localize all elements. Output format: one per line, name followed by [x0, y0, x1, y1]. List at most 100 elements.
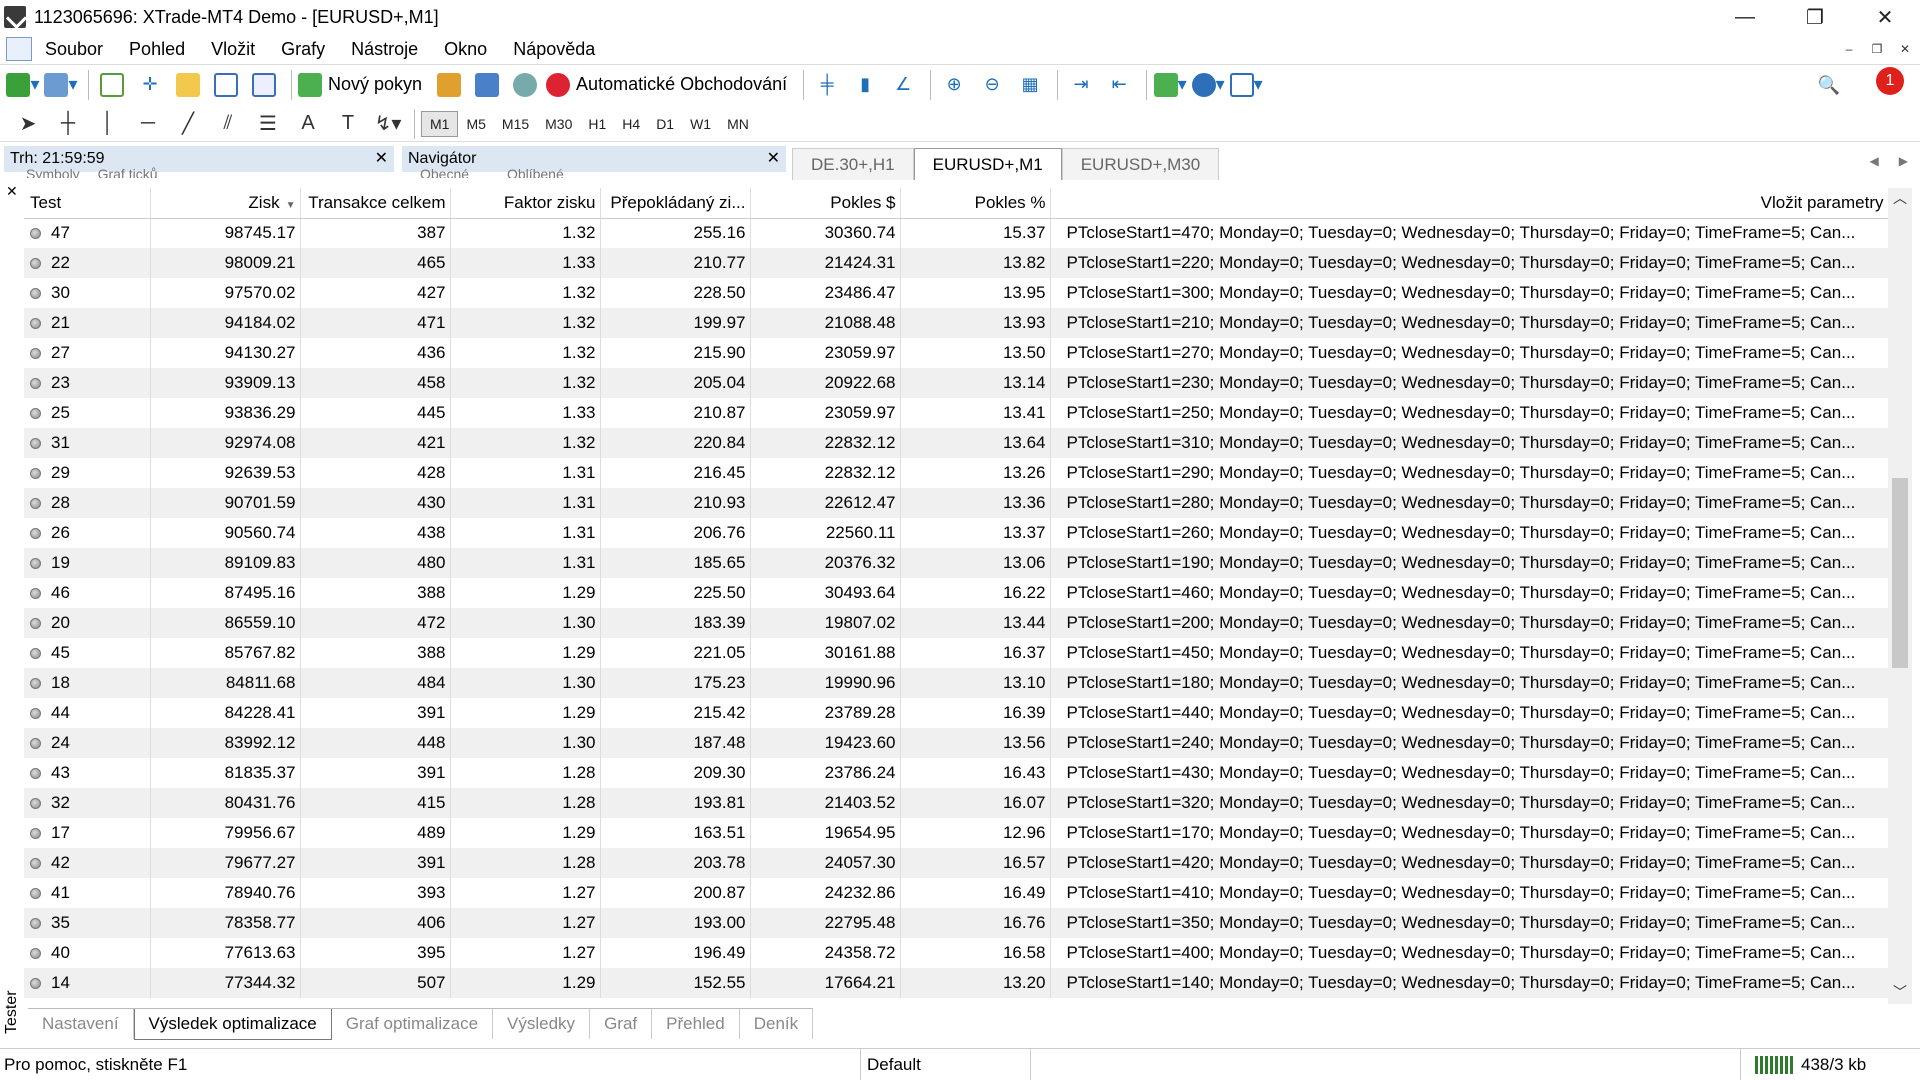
tab-denik[interactable]: Deník	[740, 1009, 814, 1039]
indicators-button[interactable]: ▾	[1153, 69, 1187, 101]
signals-button[interactable]	[470, 69, 504, 101]
vertical-line-button[interactable]: │	[88, 109, 128, 139]
mdi-restore-button[interactable]: ❐	[1866, 38, 1888, 60]
mdi-close-button[interactable]: ✕	[1894, 38, 1916, 60]
table-row[interactable]: 14 77344.32 507 1.29 152.55 17664.21 13.20 PTcl…	[24, 968, 1888, 998]
data-window-button[interactable]: ✛	[133, 69, 167, 101]
table-row[interactable]: 43 81835.37 391 1.28 209.30 23786.24 16.43 PTcl…	[24, 758, 1888, 788]
auto-trading-button[interactable]: Automatické Obchodování	[546, 69, 793, 101]
scroll-down-icon[interactable]: ﹀	[1888, 982, 1912, 1004]
text-label-button[interactable]: T	[328, 109, 368, 139]
navigator-button[interactable]	[171, 69, 205, 101]
column-header-pokles-pct[interactable]: Pokles %	[900, 188, 1051, 219]
table-row[interactable]: 28 90701.59 430 1.31 210.93 22612.47 13.36 PTcl…	[24, 488, 1888, 518]
table-row[interactable]: 35 78358.77 406 1.27 193.00 22795.48 16.76 PTcl…	[24, 908, 1888, 938]
chart-shift-button[interactable]: ⇤	[1102, 69, 1136, 101]
mdi-minimize-button[interactable]: –	[1838, 38, 1860, 60]
chevron-right-icon[interactable]: ▶	[1899, 154, 1908, 168]
table-row[interactable]: 20 86559.10 472 1.30 183.39 19807.02 13.44 PTcl…	[24, 608, 1888, 638]
minimize-button[interactable]: —	[1710, 0, 1780, 34]
search-button[interactable]: 🔍	[1812, 69, 1846, 101]
tab-obecne[interactable]: Obecné	[420, 166, 469, 178]
table-row[interactable]: 21 94184.02 471 1.32 199.97 21088.48 13.93 PTcl…	[24, 308, 1888, 338]
crosshair-tool-button[interactable]: ┼	[48, 109, 88, 139]
timeframe-h1[interactable]: H1	[580, 116, 614, 132]
chart-tab-de30-h1[interactable]: DE.30+,H1	[792, 148, 914, 180]
equidistant-channel-button[interactable]: ⫽	[208, 109, 248, 139]
menu-nastroje[interactable]: Nástroje	[338, 39, 431, 60]
timeframe-m15[interactable]: M15	[494, 116, 537, 132]
line-chart-button[interactable]: ∠	[886, 69, 920, 101]
candlesticks-button[interactable]: ▮	[848, 69, 882, 101]
text-tool-button[interactable]: A	[288, 109, 328, 139]
close-icon[interactable]: ✕	[767, 148, 780, 168]
table-row[interactable]: 46 87495.16 388 1.29 225.50 30493.64 16.22 PTcl…	[24, 578, 1888, 608]
table-row[interactable]: 24 83992.12 448 1.30 187.48 19423.60 13.56 PTcl…	[24, 728, 1888, 758]
notification-badge[interactable]: 1	[1876, 67, 1904, 95]
menu-pohled[interactable]: Pohled	[116, 39, 198, 60]
scrollbar-thumb[interactable]	[1892, 478, 1908, 668]
column-header-faktor[interactable]: Faktor zisku	[450, 188, 601, 219]
arrows-button[interactable]: ↯▾	[368, 109, 408, 139]
menu-soubor[interactable]: Soubor	[32, 39, 116, 60]
scroll-up-icon[interactable]: ︿	[1888, 188, 1912, 210]
table-row[interactable]: 29 92639.53 428 1.31 216.45 22832.12 13.26 PTcl…	[24, 458, 1888, 488]
templates-button[interactable]: ▾	[1229, 69, 1263, 101]
table-row[interactable]: 45 85767.82 388 1.29 221.05 30161.88 16.37 PTcl…	[24, 638, 1888, 668]
table-row[interactable]: 18 84811.68 484 1.30 175.23 19990.96 13.10 PTcl…	[24, 668, 1888, 698]
column-header-pokles-usd[interactable]: Pokles $	[750, 188, 901, 219]
vertical-scrollbar[interactable]: ︿ ﹀	[1888, 188, 1912, 1004]
fibonacci-button[interactable]: ☰	[248, 109, 288, 139]
table-row[interactable]: 27 94130.27 436 1.32 215.90 23059.97 13.50 PTcl…	[24, 338, 1888, 368]
timeframe-mn[interactable]: MN	[719, 116, 757, 132]
timeframe-m1[interactable]: M1	[421, 110, 459, 137]
tile-windows-button[interactable]: ▦	[1013, 69, 1047, 101]
column-header-parametry[interactable]: Vložit parametry	[1050, 188, 1888, 219]
table-row[interactable]: 41 78940.76 393 1.27 200.87 24232.86 16.49 PTcl…	[24, 878, 1888, 908]
timeframe-h4[interactable]: H4	[614, 116, 648, 132]
close-icon[interactable]: ✕	[375, 148, 388, 168]
table-row[interactable]: 17 79956.67 489 1.29 163.51 19654.95 12.96 PTcl…	[24, 818, 1888, 848]
table-row[interactable]: 30 97570.02 427 1.32 228.50 23486.47 13.95 PTcl…	[24, 278, 1888, 308]
table-row[interactable]: 26 90560.74 438 1.31 206.76 22560.11 13.37 PTcl…	[24, 518, 1888, 548]
zoom-out-button[interactable]: ⊖	[975, 69, 1009, 101]
periods-button[interactable]: ▾	[1191, 69, 1225, 101]
chart-tab-eurusd-m1[interactable]: EURUSD+,M1	[913, 148, 1062, 180]
tab-graf-optimalizace[interactable]: Graf optimalizace	[332, 1009, 494, 1039]
timeframe-m5[interactable]: M5	[458, 116, 493, 132]
table-row[interactable]: 32 80431.76 415 1.28 193.81 21403.52 16.07 PTcl…	[24, 788, 1888, 818]
timeframe-d1[interactable]: D1	[648, 116, 682, 132]
close-button[interactable]: ✕	[1850, 0, 1920, 34]
table-row[interactable]: 42 79677.27 391 1.28 203.78 24057.30 16.57 PTcl…	[24, 848, 1888, 878]
zoom-in-button[interactable]: ⊕	[937, 69, 971, 101]
column-header-predpokladany[interactable]: Přepokládaný zi...	[600, 188, 751, 219]
strategy-tester-button[interactable]	[247, 69, 281, 101]
restore-button[interactable]: ❐	[1780, 0, 1850, 34]
metaeditor-button[interactable]	[432, 69, 466, 101]
profiles-button[interactable]: ▾	[44, 69, 78, 101]
table-row[interactable]: 25 93836.29 445 1.33 210.87 23059.97 13.41 PTcl…	[24, 398, 1888, 428]
tab-nastaveni[interactable]: Nastavení	[28, 1009, 134, 1039]
bar-chart-button[interactable]: ╪	[810, 69, 844, 101]
table-row[interactable]: 31 92974.08 421 1.32 220.84 22832.12 13.64 PTcl…	[24, 428, 1888, 458]
trendline-button[interactable]: ╱	[168, 109, 208, 139]
new-chart-button[interactable]: ▾	[6, 69, 40, 101]
auto-scroll-button[interactable]: ⇥	[1064, 69, 1098, 101]
chevron-left-icon[interactable]: ◀	[1870, 154, 1879, 168]
table-row[interactable]: 23 93909.13 458 1.32 205.04 20922.68 13.14 PTcl…	[24, 368, 1888, 398]
column-header-test[interactable]: Test	[24, 188, 151, 219]
market-watch-button[interactable]	[95, 69, 129, 101]
table-row[interactable]: 19 89109.83 480 1.31 185.65 20376.32 13.06 PTcl…	[24, 548, 1888, 578]
tester-close-icon[interactable]: ✕	[6, 183, 18, 200]
terminal-button[interactable]	[209, 69, 243, 101]
cursor-tool-button[interactable]: ➤	[8, 109, 48, 139]
table-row[interactable]: 22 98009.21 465 1.33 210.77 21424.31 13.82 PTcl…	[24, 248, 1888, 278]
table-row[interactable]: 47 98745.17 387 1.32 255.16 30360.74 15.37 PTcl…	[24, 218, 1888, 248]
column-header-zisk[interactable]: Zisk ▼	[150, 188, 301, 219]
menu-grafy[interactable]: Grafy	[268, 39, 338, 60]
table-row[interactable]: 40 77613.63 395 1.27 196.49 24358.72 16.58 PTcl…	[24, 938, 1888, 968]
horizontal-line-button[interactable]: ─	[128, 109, 168, 139]
community-button[interactable]	[508, 69, 542, 101]
tab-graf[interactable]: Graf	[590, 1009, 653, 1039]
chart-tab-eurusd-m30[interactable]: EURUSD+,M30	[1061, 148, 1220, 180]
